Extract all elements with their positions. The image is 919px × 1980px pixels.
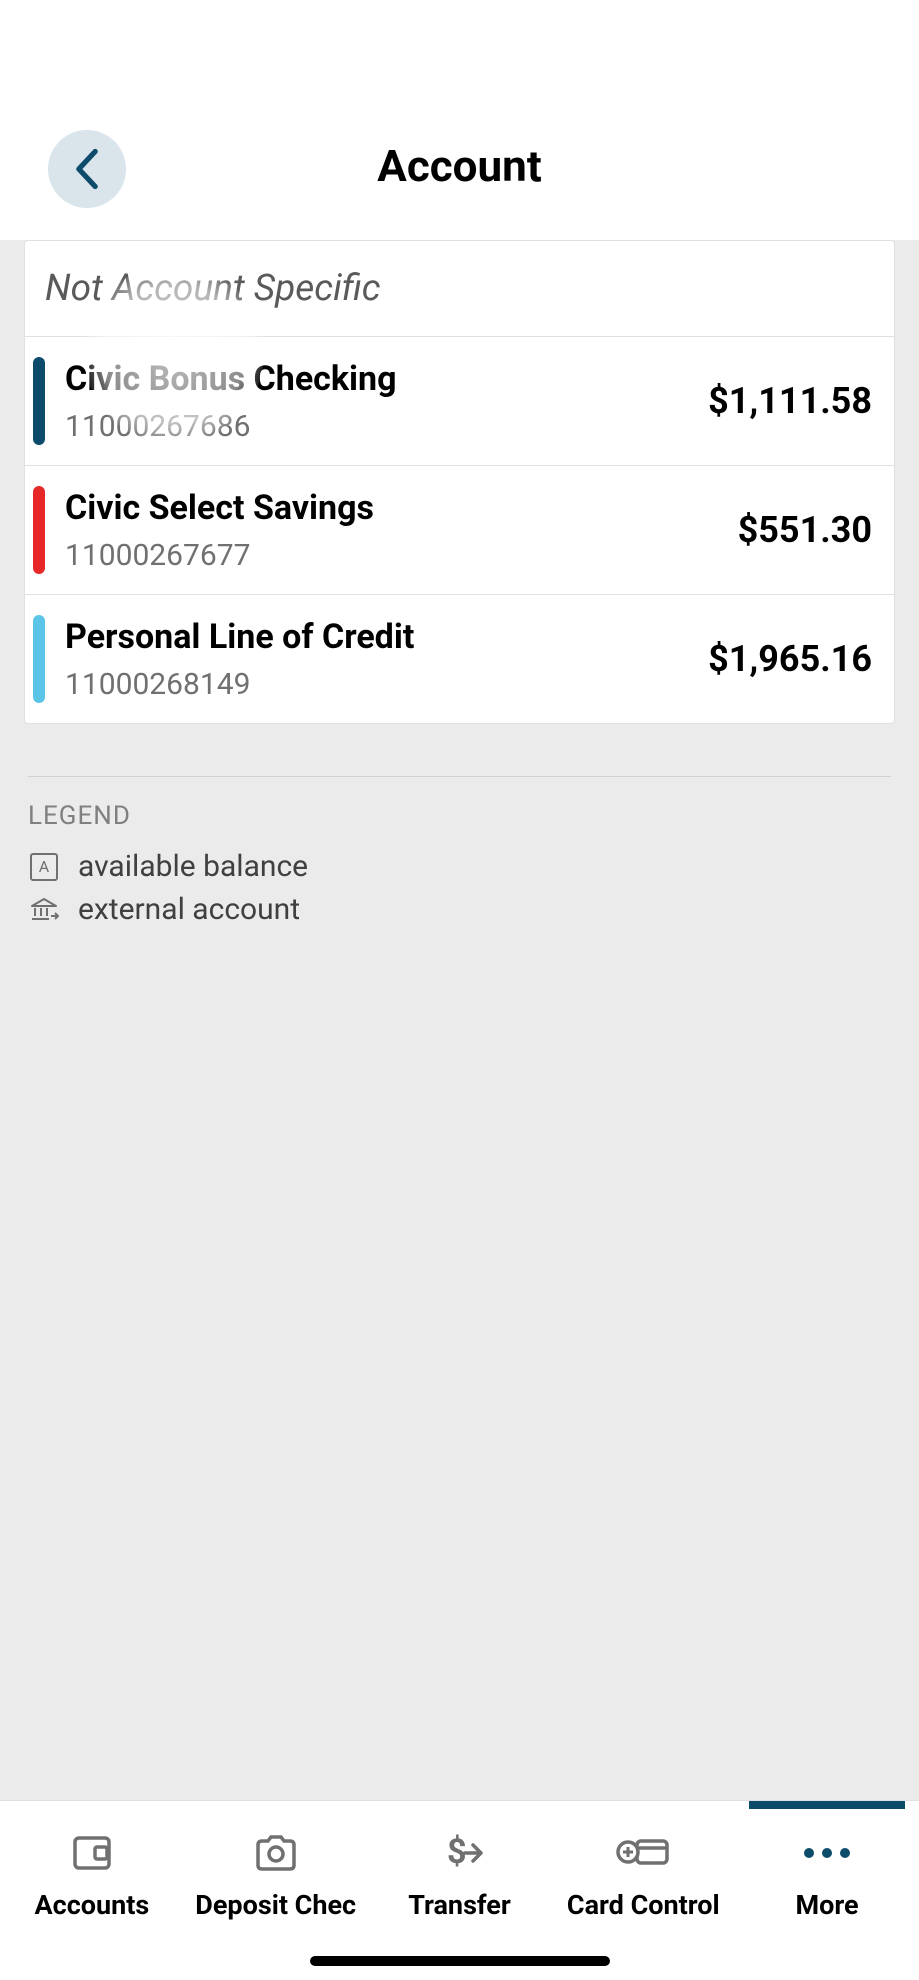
account-balance: $551.30 xyxy=(738,509,872,551)
nav-label: Accounts xyxy=(35,1889,150,1921)
back-button[interactable] xyxy=(48,130,126,208)
account-balance: $1,111.58 xyxy=(708,380,872,422)
home-indicator[interactable] xyxy=(310,1956,610,1966)
account-balance: $1,965.16 xyxy=(708,638,872,680)
nav-label: Transfer xyxy=(408,1889,511,1921)
app-header: Account xyxy=(0,0,919,240)
account-row-savings[interactable]: Civic Select Savings 11000267677 $551.30 xyxy=(25,466,894,595)
account-row-checking[interactable]: Civic Bonus Checking 11000267686 $1,111.… xyxy=(25,337,894,466)
nav-accounts[interactable]: Accounts xyxy=(0,1801,184,1980)
account-name: Personal Line of Credit xyxy=(65,617,708,657)
account-row-credit[interactable]: Personal Line of Credit 11000268149 $1,9… xyxy=(25,595,894,723)
external-account-icon xyxy=(28,894,60,926)
account-info: Civic Bonus Checking 11000267686 xyxy=(65,359,708,444)
nav-transfer[interactable]: $ Transfer xyxy=(368,1801,552,1980)
account-number: 11000267686 xyxy=(65,409,708,444)
account-info: Personal Line of Credit 11000268149 xyxy=(65,617,708,702)
camera-icon xyxy=(254,1829,298,1877)
section-header: Not Account Specific xyxy=(25,241,894,337)
available-balance-icon: A xyxy=(28,851,60,883)
nav-label: More xyxy=(796,1889,859,1921)
account-name: Civic Bonus Checking xyxy=(65,359,708,399)
legend-item-external: external account xyxy=(28,892,891,927)
nav-card-controls[interactable]: Card Control xyxy=(551,1801,735,1980)
account-number: 11000268149 xyxy=(65,667,708,702)
account-name: Civic Select Savings xyxy=(65,488,738,528)
divider xyxy=(28,776,891,777)
transfer-icon: $ xyxy=(433,1829,485,1877)
legend-title: LEGEND xyxy=(28,801,891,831)
account-number: 11000267677 xyxy=(65,538,738,573)
legend-label: available balance xyxy=(78,849,308,884)
more-icon xyxy=(804,1829,850,1877)
nav-deposit-check[interactable]: Deposit Chec xyxy=(184,1801,368,1980)
account-color-indicator xyxy=(33,486,45,574)
bottom-navigation: Accounts Deposit Chec $ Transfer xyxy=(0,1800,919,1980)
legend-section: LEGEND A available balance external acco… xyxy=(24,776,895,927)
nav-more[interactable]: More xyxy=(735,1801,919,1980)
chevron-left-icon xyxy=(73,148,101,190)
main-content: Not Account Specific Civic Bonus Checkin… xyxy=(0,240,919,1800)
nav-label: Card Control xyxy=(567,1889,720,1921)
nav-label: Deposit Chec xyxy=(195,1889,356,1921)
account-color-indicator xyxy=(33,357,45,445)
page-title: Account xyxy=(0,140,919,192)
account-color-indicator xyxy=(33,615,45,703)
legend-item-available: A available balance xyxy=(28,849,891,884)
account-info: Civic Select Savings 11000267677 xyxy=(65,488,738,573)
wallet-icon xyxy=(71,1829,113,1877)
card-controls-icon xyxy=(615,1829,671,1877)
legend-label: external account xyxy=(78,892,300,927)
account-list-card: Not Account Specific Civic Bonus Checkin… xyxy=(24,240,895,724)
